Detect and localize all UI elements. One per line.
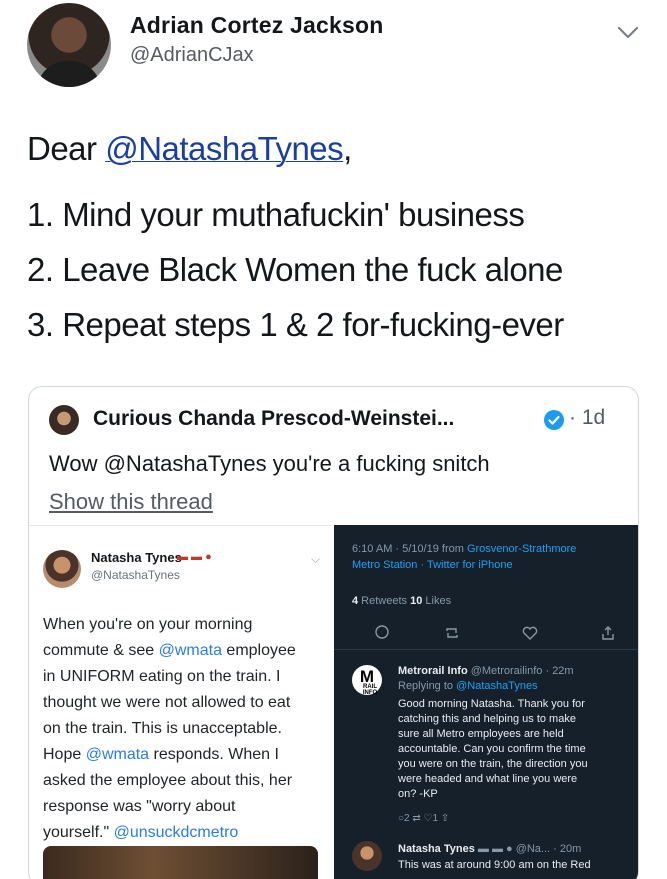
reply-body-line: accountable. Can you confirm the time <box>398 743 586 755</box>
quoted-tweet-card[interactable]: Curious Chanda Prescod-Weinstei... · 1d … <box>28 386 639 879</box>
body-line: Hope @wmata responds. When I <box>43 742 329 768</box>
author-display-name[interactable]: Adrian Cortez Jackson <box>130 12 383 39</box>
salutation-suffix: , <box>343 130 352 167</box>
reply-icon <box>375 625 389 639</box>
embedded-author-name: Natasha Tynes <box>91 550 182 565</box>
retweets-label: Retweets <box>358 595 411 607</box>
body-line: yourself." @unsuckdcmetro <box>43 820 329 846</box>
heart-icon <box>522 626 538 640</box>
reply-body: Good morning Natasha. Thank you for catch… <box>398 697 588 802</box>
flag-emojis: ▬ ▬ ● <box>177 551 212 563</box>
tweet-line-3: 3. Repeat steps 1 & 2 for-fucking-ever <box>27 306 564 343</box>
embedded-screenshot-left: Natasha Tynes ▬ ▬ ● @NatashaTynes ⌵ When… <box>29 525 332 879</box>
reply-body-line: sure all Metro employees are held <box>398 728 564 740</box>
share-icon <box>602 626 614 640</box>
verified-badge-icon <box>544 410 564 430</box>
chevron-down-icon[interactable] <box>614 18 642 46</box>
likes-label: Likes <box>422 595 452 607</box>
second-author-meta: ▬ ▬ ● @Na... · 20m <box>474 843 582 855</box>
tweet-line-2: 2. Leave Black Women the fuck alone <box>27 251 563 288</box>
body-line: asked the employee about this, her <box>43 768 329 794</box>
body-line: in UNIFORM eating on the train. I <box>43 664 329 690</box>
replying-to-label: Replying to <box>398 680 457 692</box>
quoted-timestamp: · 1d <box>569 406 606 429</box>
mention-link[interactable]: @NatashaTynes <box>105 130 343 167</box>
embedded-screenshot-right: 6:10 AM · 5/10/19 from Grosvenor-Strathm… <box>334 525 638 879</box>
second-author-name: Natasha Tynes <box>398 843 475 855</box>
body-line: When you're on your morning <box>43 612 329 638</box>
avatar[interactable] <box>27 3 111 87</box>
reply-action-bar: ○2 ⇄ ♡1 ⇧ <box>398 813 450 824</box>
reply-body-line: you were on the train, the direction you <box>398 758 588 770</box>
embedded-photo <box>43 846 318 879</box>
embedded-author-handle: @NatashaTynes <box>91 568 180 582</box>
tweet-line-1: 1. Mind your muthafuckin' business <box>27 196 525 233</box>
reply-body-line: Good morning Natasha. Thank you for <box>398 698 585 710</box>
second-reply-author: Natasha Tynes ▬ ▬ ● @Na... · 20m <box>398 843 581 855</box>
meta-source-link: Metro Station · Twitter for iPhone <box>352 559 513 571</box>
mention-link[interactable]: @wmata <box>86 746 149 763</box>
author-handle[interactable]: @AdrianCJax <box>130 44 254 67</box>
mention-link[interactable]: @unsuckdcmetro <box>114 824 239 841</box>
replying-to-link: @NatashaTynes <box>456 680 538 692</box>
body-line: response was "worry about <box>43 794 329 820</box>
body-text: yourself." <box>43 824 114 841</box>
body-text: employee <box>221 642 296 659</box>
second-reply-body: This was at around 9:00 am on the Red <box>398 859 591 871</box>
action-bar <box>352 625 622 643</box>
tweet-salutation: Dear @NatashaTynes, <box>27 130 352 168</box>
body-line: thought we were not allowed to eat <box>43 690 329 716</box>
chevron-down-icon: ⌵ <box>311 552 321 566</box>
body-text: on the train. This is unacceptable. <box>43 720 282 737</box>
avatar <box>352 841 382 871</box>
avatar-shoulders <box>37 61 101 87</box>
meta-location-link: Grosvenor-Strathmore <box>466 543 577 555</box>
body-text: in UNIFORM eating on the train. I <box>43 668 281 685</box>
tweet-stats: 4 Retweets 10 Likes <box>352 595 451 607</box>
reply-body-line: catching this and helping us to make <box>398 713 576 725</box>
reply-author-handle-time: @Metrorailinfo · 22m <box>467 665 574 677</box>
salutation-text: Dear <box>27 130 106 167</box>
body-line: commute & see @wmata employee <box>43 638 329 664</box>
likes-count: 10 <box>410 595 423 607</box>
body-text: responds. When I <box>149 746 279 763</box>
body-text: asked the employee about this, her <box>43 772 293 789</box>
show-thread-link[interactable]: Show this thread <box>49 489 213 515</box>
quoted-text: Wow @NatashaTynes you're a fucking snitc… <box>49 451 490 476</box>
body-text: thought we were not allowed to eat <box>43 694 291 711</box>
tweet-meta: 6:10 AM · 5/10/19 from Grosvenor-Strathm… <box>352 541 576 573</box>
meta-time: 6:10 AM · 5/10/19 from <box>352 543 467 555</box>
body-text: commute & see <box>43 642 159 659</box>
body-line: on the train. This is unacceptable. <box>43 716 329 742</box>
avatar <box>43 550 81 588</box>
retweet-icon <box>446 628 458 638</box>
reply-author: Metrorail Info @Metrorailinfo · 22m <box>398 665 574 677</box>
mention-link[interactable]: @wmata <box>159 642 222 659</box>
body-text: response was "worry about <box>43 798 236 815</box>
quoted-avatar <box>49 405 79 435</box>
reply-author-name: Metrorail Info <box>398 665 468 677</box>
tweet-header: Adrian Cortez Jackson @AdrianCJax <box>0 0 667 100</box>
body-text: Hope <box>43 746 86 763</box>
metrorail-logo: M RAIL INFO <box>352 665 382 696</box>
body-text: When you're on your morning <box>43 616 253 633</box>
replying-to: Replying to @NatashaTynes <box>398 680 538 692</box>
divider <box>334 649 638 650</box>
quoted-author-name: Curious Chanda Prescod-Weinstei... <box>93 407 455 430</box>
reply-body-line: were headed and what line you were <box>398 773 578 785</box>
logo-small-text: RAIL INFO <box>362 684 378 696</box>
reply-body-line: on? -KP <box>398 788 438 800</box>
